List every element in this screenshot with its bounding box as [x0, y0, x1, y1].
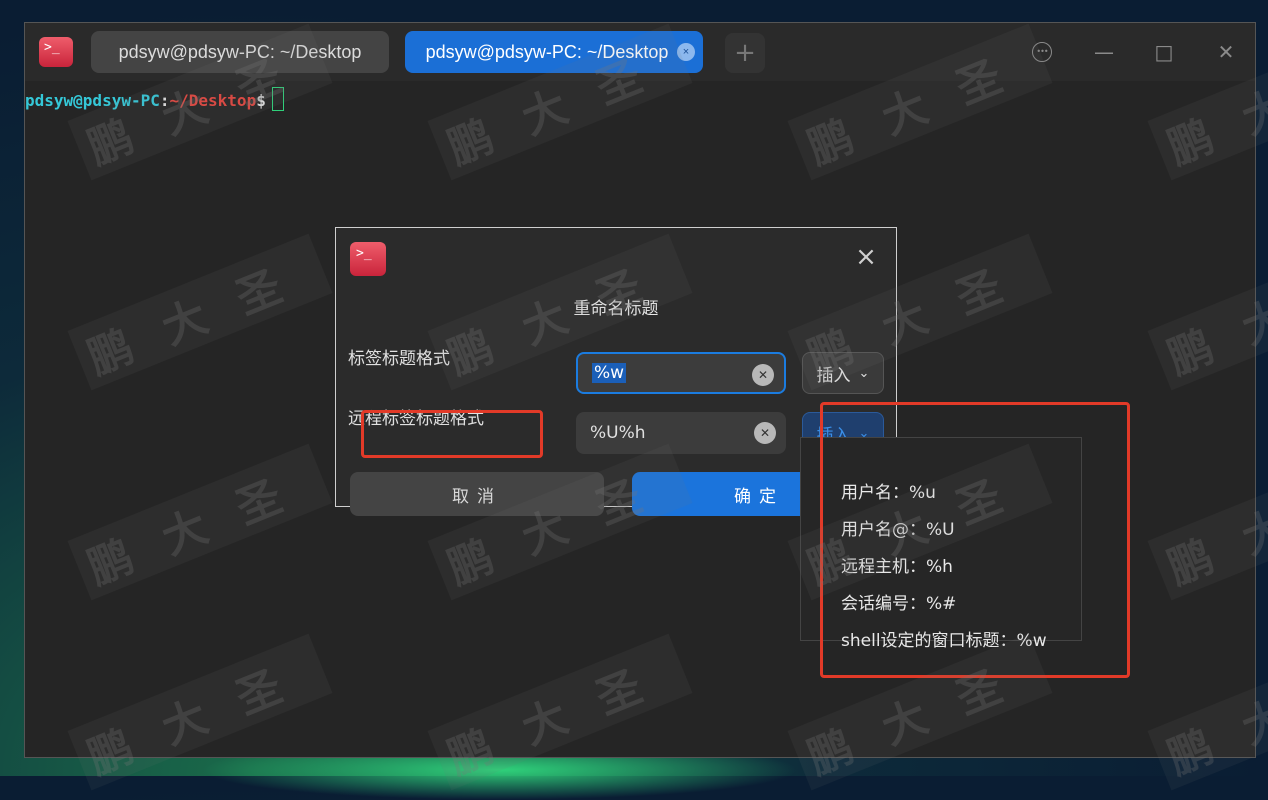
remote-tab-title-format-input[interactable]: %U%h ✕: [576, 412, 786, 454]
tab-1[interactable]: pdsyw@pdsyw-PC: ~/Desktop: [91, 31, 389, 73]
highlight-box-dropdown: [820, 402, 1130, 678]
tab-title-format-value: %w: [592, 363, 627, 383]
titlebar: >_ pdsyw@pdsyw-PC: ~/Desktop pdsyw@pdsyw…: [25, 23, 1255, 81]
maximize-button[interactable]: □: [1149, 37, 1179, 67]
insert-label: 插入: [816, 365, 851, 386]
terminal-app-icon: >_: [39, 37, 73, 67]
prompt-symbol: $: [256, 91, 266, 110]
more-icon: •••: [1032, 42, 1052, 62]
cancel-button[interactable]: 取消: [350, 472, 604, 516]
highlight-box-remote-label: [361, 410, 543, 458]
minimize-button[interactable]: —: [1089, 37, 1119, 67]
insert-button-tab-title[interactable]: 插入 ⌄: [802, 352, 884, 394]
add-tab-button[interactable]: +: [725, 33, 765, 73]
dialog-close-icon[interactable]: ×: [854, 244, 878, 270]
prompt-directory: ~/Desktop: [169, 91, 257, 110]
tab-2-label: pdsyw@pdsyw-PC: ~/Desktop: [425, 41, 669, 62]
tab-title-format-input[interactable]: %w ✕: [576, 352, 786, 394]
dialog-app-icon: >_: [350, 242, 386, 276]
prompt-colon: :: [159, 91, 170, 110]
terminal-cursor: [271, 87, 284, 111]
shell-prompt[interactable]: pdsyw@pdsyw-PC:~/Desktop$: [25, 87, 284, 111]
close-window-button[interactable]: ✕: [1211, 37, 1241, 67]
remote-tab-title-format-value: %U%h: [590, 423, 646, 443]
dialog-title: 重命名标题: [573, 299, 659, 319]
clear-icon[interactable]: ✕: [754, 422, 776, 444]
clear-icon[interactable]: ✕: [752, 364, 774, 386]
tab-title-format-label: 标签标题格式: [348, 349, 450, 369]
tab-close-icon[interactable]: ×: [677, 43, 695, 61]
chevron-down-icon: ⌄: [858, 365, 870, 381]
tab-2-active[interactable]: pdsyw@pdsyw-PC: ~/Desktop ×: [405, 31, 703, 73]
tab-1-label: pdsyw@pdsyw-PC: ~/Desktop: [118, 41, 362, 62]
prompt-user: pdsyw@pdsyw-PC: [25, 91, 160, 110]
menu-button[interactable]: •••: [1027, 37, 1057, 67]
